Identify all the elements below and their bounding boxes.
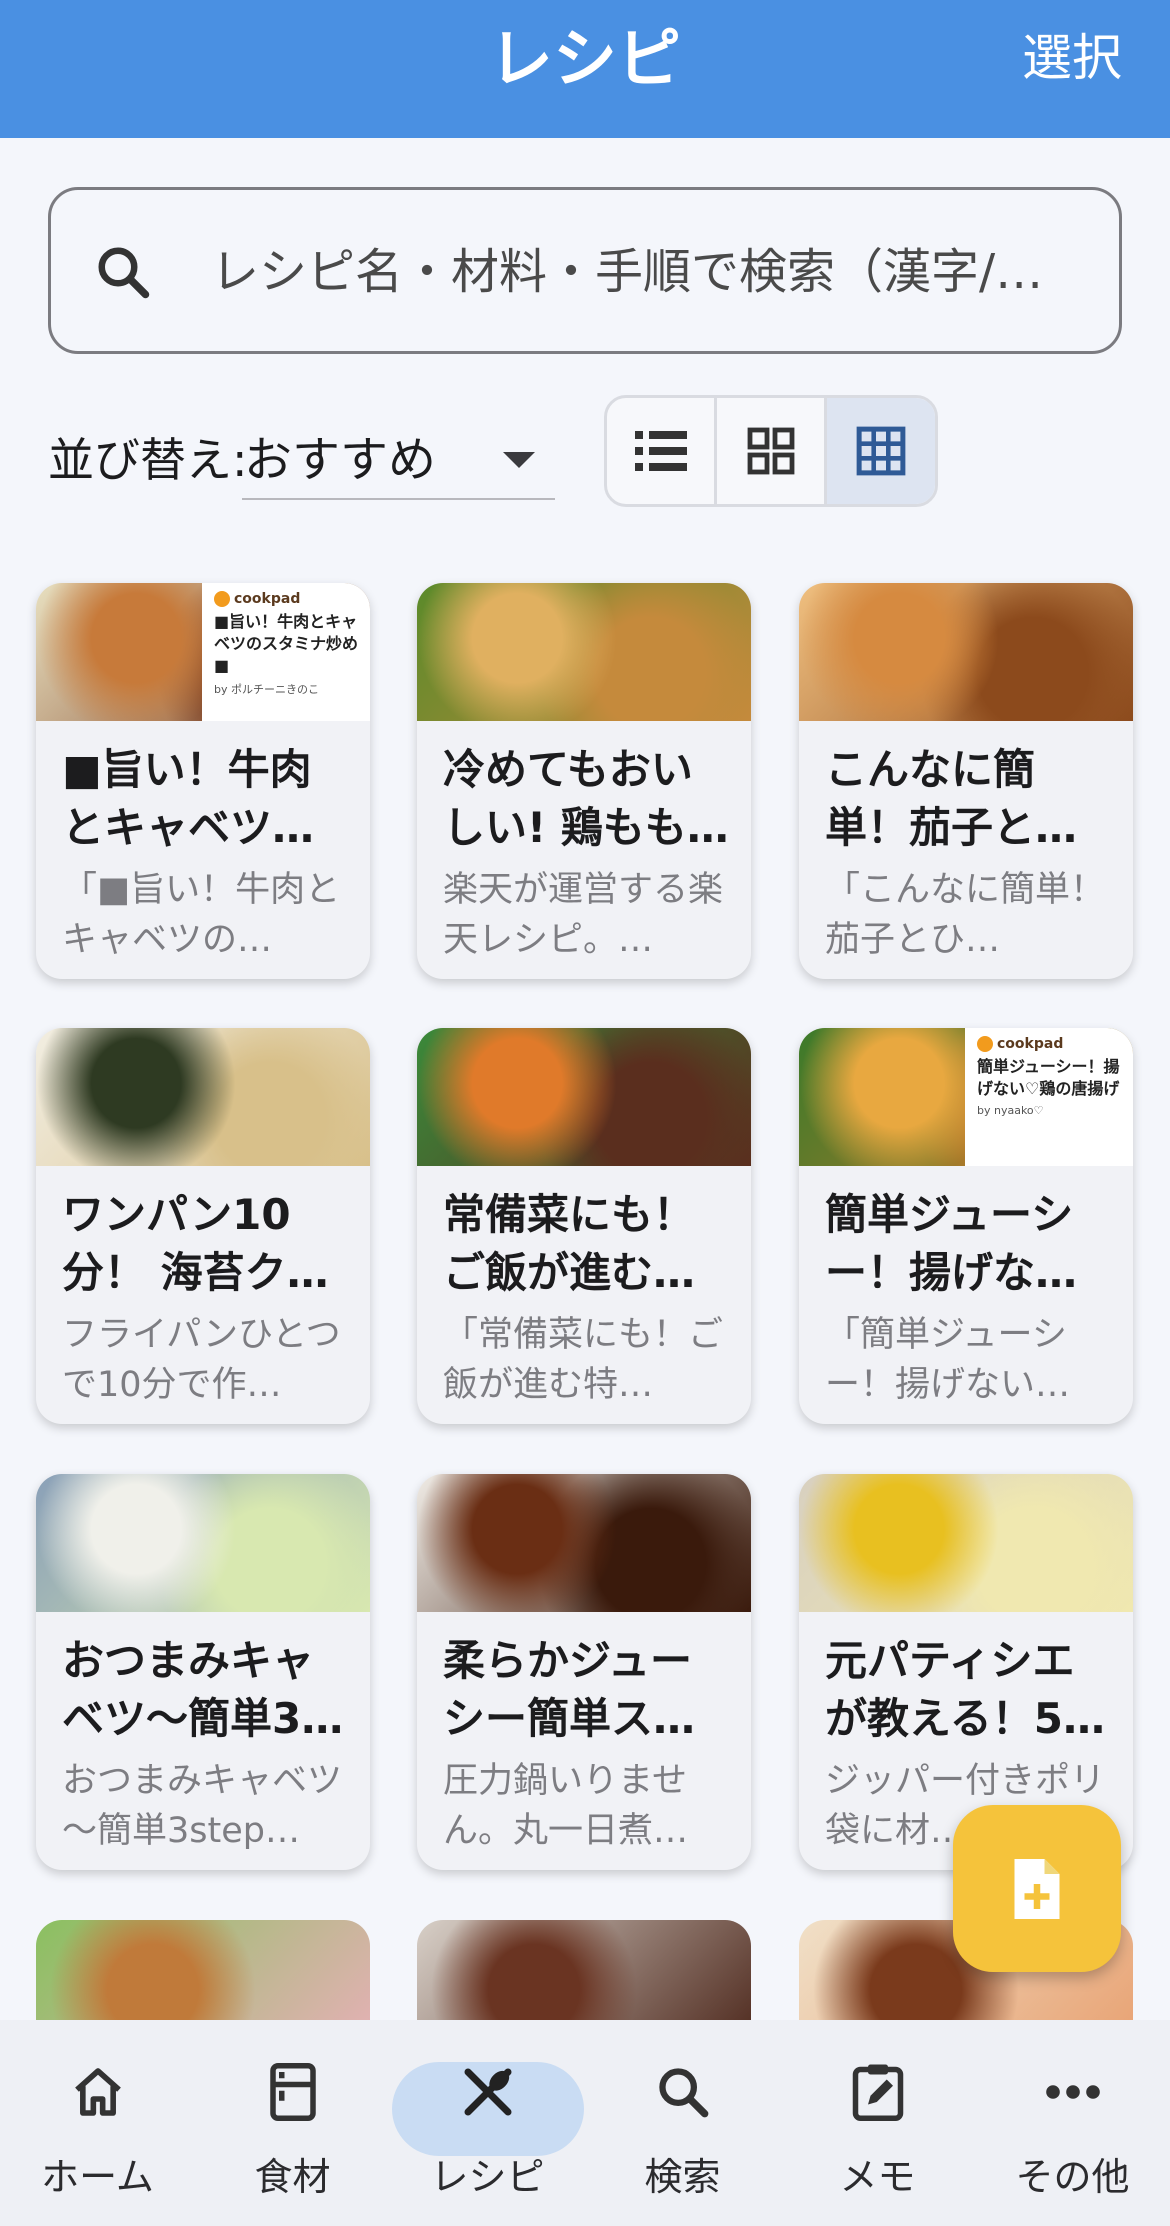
sort-dropdown[interactable]: おすすめ	[242, 410, 555, 500]
add-note-icon	[1014, 1858, 1060, 1919]
nav-memo-label: メモ	[839, 2155, 916, 2199]
nav-search[interactable]: 検索	[585, 2020, 780, 2226]
nav-recipes[interactable]: レシピ	[390, 2020, 585, 2226]
cookpad-logo: cookpad	[214, 591, 362, 607]
recipe-description: 「簡単ジューシー！揚げない…	[825, 1315, 1071, 1405]
grid-2x2-icon	[747, 427, 794, 475]
recipe-description: 「常備菜にも！ご飯が進む特…	[443, 1315, 724, 1405]
recipe-description: おつまみキャベツ～簡単3step…	[62, 1761, 343, 1851]
recipe-card[interactable]: ワンパン10分！ 海苔ク… フライパンひとつで10分で作…	[36, 1028, 370, 1424]
sort-label: 並び替え:	[48, 433, 248, 487]
nav-recipes-label: レシピ	[430, 2155, 545, 2199]
grid-3x3-icon	[856, 426, 906, 476]
nav-search-label: 検索	[644, 2155, 721, 2199]
nav-home-label: ホーム	[41, 2155, 154, 2199]
nav-memo[interactable]: メモ	[780, 2020, 975, 2226]
recipe-card[interactable]: cookpad 簡単ジューシー！揚げない♡鶏の唐揚げ by nyaako♡ 簡単ジュー…	[799, 1028, 1133, 1424]
nav-ingredients-label: 食材	[254, 2155, 331, 2199]
search-icon	[98, 247, 150, 299]
view-mode-toggle	[604, 395, 938, 507]
recipe-description: 圧力鍋いりません。丸一日煮…	[443, 1761, 689, 1851]
recipe-title: ■旨い！牛肉とキャベツ…	[62, 745, 315, 852]
recipe-title: こんなに簡単！茄子と…	[825, 745, 1078, 852]
recipe-thumbnail: cookpad ■旨い！牛肉とキャベツのスタミナ炒め■ by ポルチーニきのこ	[36, 583, 370, 721]
list-icon	[634, 431, 687, 471]
home-icon	[74, 2068, 121, 2116]
search-input[interactable]: レシピ名・材料・手順で検索（漢字/…	[48, 187, 1122, 354]
app-header: レシピ 選択	[0, 0, 1170, 138]
view-grid-2-button[interactable]	[717, 398, 827, 504]
nav-more[interactable]: その他	[975, 2020, 1170, 2226]
cookpad-overlay: cookpad ■旨い！牛肉とキャベツのスタミナ炒め■ by ポルチーニきのこ	[202, 583, 370, 721]
view-grid-3-button[interactable]	[827, 398, 935, 504]
select-button[interactable]: 選択	[1022, 28, 1122, 88]
recipe-title: 柔らかジューシー簡単ス…	[443, 1636, 696, 1743]
recipe-card[interactable]: cookpad ■旨い！牛肉とキャベツのスタミナ炒め■ by ポルチーニきのこ ■旨い…	[36, 583, 370, 979]
fridge-icon	[269, 2063, 316, 2121]
cookpad-logo: cookpad	[977, 1036, 1125, 1052]
chevron-down-icon	[503, 452, 535, 468]
recipe-thumbnail: cookpad 簡単ジューシー！揚げない♡鶏の唐揚げ by nyaako♡	[799, 1028, 1133, 1166]
recipe-title: ワンパン10分！ 海苔ク…	[62, 1190, 329, 1297]
add-recipe-button[interactable]	[953, 1805, 1121, 1972]
recipe-title: 簡単ジューシー！揚げな…	[825, 1190, 1078, 1297]
recipe-thumbnail	[799, 1474, 1133, 1612]
recipe-title: 元パティシエが教える！5…	[825, 1636, 1105, 1743]
search-placeholder: レシピ名・材料・手順で検索（漢字/…	[211, 244, 1044, 300]
nav-home[interactable]: ホーム	[0, 2020, 195, 2226]
recipe-description: 「■旨い！牛肉とキャベツの…	[62, 870, 341, 960]
recipe-description: フライパンひとつで10分で作…	[62, 1315, 341, 1405]
cookpad-overlay: cookpad 簡単ジューシー！揚げない♡鶏の唐揚げ by nyaako♡	[965, 1028, 1133, 1166]
cookpad-logo-icon	[977, 1036, 993, 1052]
page-title: レシピ	[489, 23, 681, 97]
recipe-card[interactable]: 常備菜にも！ご飯が進む… 「常備菜にも！ご飯が進む特…	[417, 1028, 751, 1424]
cookpad-brand: cookpad	[234, 591, 301, 607]
recipe-card[interactable]: こんなに簡単！茄子と… 「こんなに簡単！茄子とひ…	[799, 583, 1133, 979]
search-icon	[658, 2068, 708, 2118]
recipe-thumbnail	[799, 583, 1133, 721]
recipe-thumbnail	[417, 1474, 751, 1612]
recipe-thumbnail	[36, 1474, 370, 1612]
recipe-title: 冷めてもおいしい! 鶏もも…	[443, 745, 729, 852]
nav-more-label: その他	[1015, 2155, 1130, 2199]
cookpad-overlay-title: 簡単ジューシー！揚げない♡鶏の唐揚げ	[977, 1057, 1120, 1098]
recipe-description: 「こんなに簡単！茄子とひ…	[825, 870, 1106, 960]
recipe-card[interactable]: 柔らかジューシー簡単ス… 圧力鍋いりません。丸一日煮…	[417, 1474, 751, 1870]
cookpad-overlay-author: by ポルチーニきのこ	[214, 683, 319, 696]
recipe-thumbnail	[417, 583, 751, 721]
recipe-thumbnail	[36, 1028, 370, 1166]
recipe-card[interactable]: 冷めてもおいしい! 鶏もも… 楽天が運営する楽天レシピ。…	[417, 583, 751, 979]
recipe-card[interactable]: おつまみキャベツ～簡単3… おつまみキャベツ～簡単3step…	[36, 1474, 370, 1870]
utensils-icon	[464, 2068, 511, 2116]
memo-icon	[852, 2064, 903, 2121]
cookpad-logo-icon	[214, 591, 230, 607]
recipe-description: 楽天が運営する楽天レシピ。…	[443, 870, 724, 960]
view-list-button[interactable]	[607, 398, 717, 504]
recipe-title: おつまみキャベツ～簡単3…	[62, 1636, 344, 1743]
cookpad-brand: cookpad	[997, 1036, 1064, 1052]
cookpad-overlay-title: ■旨い！牛肉とキャベツのスタミナ炒め■	[214, 612, 359, 675]
bottom-navigation: ホーム 食材 レシピ 検索 メモ その他	[0, 2020, 1170, 2226]
more-icon	[1045, 2085, 1100, 2099]
recipe-thumbnail	[417, 1028, 751, 1166]
cookpad-overlay-author: by nyaako♡	[977, 1104, 1044, 1117]
sort-value: おすすめ	[244, 432, 437, 488]
nav-ingredients[interactable]: 食材	[195, 2020, 390, 2226]
recipe-title: 常備菜にも！ご飯が進む…	[443, 1190, 696, 1297]
